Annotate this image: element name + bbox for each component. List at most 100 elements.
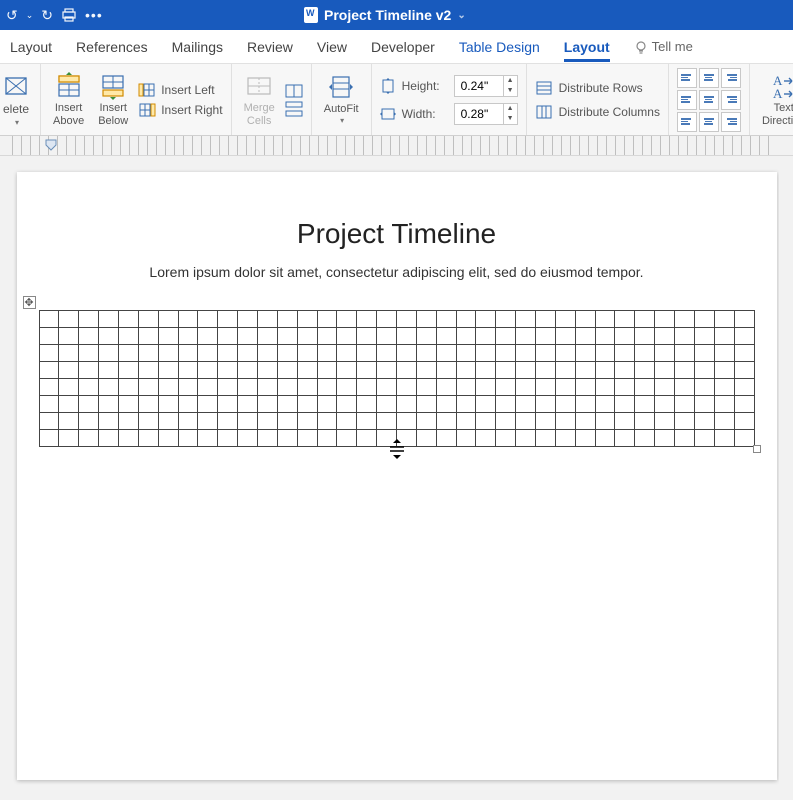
table-cell[interactable] xyxy=(79,362,99,379)
table-cell[interactable] xyxy=(377,413,397,430)
table-cell[interactable] xyxy=(297,430,317,447)
table-cell[interactable] xyxy=(39,379,59,396)
table-cell[interactable] xyxy=(277,362,297,379)
table-cell[interactable] xyxy=(198,379,218,396)
table-cell[interactable] xyxy=(357,430,377,447)
undo-button[interactable]: ↺ xyxy=(6,7,18,24)
table-cell[interactable] xyxy=(575,430,595,447)
table-cell[interactable] xyxy=(218,345,238,362)
table-cell[interactable] xyxy=(496,379,516,396)
table-cell[interactable] xyxy=(99,311,119,328)
table-cell[interactable] xyxy=(575,413,595,430)
table-resize-handle[interactable] xyxy=(753,445,761,453)
print-button[interactable] xyxy=(61,8,77,22)
insert-right-button[interactable]: Insert Right xyxy=(138,102,222,118)
table-cell[interactable] xyxy=(357,379,377,396)
table-cell[interactable] xyxy=(118,362,138,379)
table-cell[interactable] xyxy=(456,345,476,362)
table-cell[interactable] xyxy=(238,396,258,413)
table-cell[interactable] xyxy=(158,379,178,396)
table-cell[interactable] xyxy=(675,379,695,396)
insert-left-button[interactable]: Insert Left xyxy=(138,82,222,98)
table-cell[interactable] xyxy=(396,430,416,447)
table-cell[interactable] xyxy=(694,328,714,345)
table-cell[interactable] xyxy=(79,311,99,328)
table-cell[interactable] xyxy=(555,379,575,396)
table-cell[interactable] xyxy=(496,396,516,413)
table-cell[interactable] xyxy=(396,362,416,379)
height-up[interactable]: ▲ xyxy=(504,76,517,86)
table-cell[interactable] xyxy=(396,396,416,413)
table-cell[interactable] xyxy=(317,396,337,413)
table-cell[interactable] xyxy=(99,413,119,430)
height-spinner[interactable]: ▲▼ xyxy=(454,75,518,97)
table-cell[interactable] xyxy=(238,328,258,345)
table-cell[interactable] xyxy=(257,328,277,345)
table-cell[interactable] xyxy=(337,396,357,413)
split-table-icon[interactable] xyxy=(285,101,303,117)
align-middle-center[interactable] xyxy=(699,90,719,110)
table-cell[interactable] xyxy=(178,345,198,362)
table-row[interactable] xyxy=(39,379,754,396)
table-cell[interactable] xyxy=(456,396,476,413)
table-cell[interactable] xyxy=(198,430,218,447)
split-cells-icon[interactable] xyxy=(285,83,303,99)
table-cell[interactable] xyxy=(535,345,555,362)
table-cell[interactable] xyxy=(655,379,675,396)
distribute-rows-button[interactable]: Distribute Rows xyxy=(535,80,660,96)
table-cell[interactable] xyxy=(39,311,59,328)
table-cell[interactable] xyxy=(59,311,79,328)
table-cell[interactable] xyxy=(118,413,138,430)
table-cell[interactable] xyxy=(59,328,79,345)
autofit-button[interactable]: AutoFit ▾ xyxy=(320,71,363,128)
table-cell[interactable] xyxy=(694,345,714,362)
table-cell[interactable] xyxy=(158,345,178,362)
table-cell[interactable] xyxy=(257,311,277,328)
table-cell[interactable] xyxy=(675,362,695,379)
table-cell[interactable] xyxy=(277,328,297,345)
table-cell[interactable] xyxy=(218,430,238,447)
table-cell[interactable] xyxy=(218,396,238,413)
table-cell[interactable] xyxy=(79,413,99,430)
table-cell[interactable] xyxy=(655,430,675,447)
table-cell[interactable] xyxy=(714,328,734,345)
table-cell[interactable] xyxy=(595,413,615,430)
table-cell[interactable] xyxy=(138,311,158,328)
table-cell[interactable] xyxy=(377,396,397,413)
table-cell[interactable] xyxy=(575,362,595,379)
table-cell[interactable] xyxy=(138,345,158,362)
width-input[interactable] xyxy=(455,107,503,121)
table-cell[interactable] xyxy=(714,413,734,430)
table-cell[interactable] xyxy=(655,328,675,345)
table-cell[interactable] xyxy=(138,379,158,396)
table-cell[interactable] xyxy=(575,379,595,396)
align-top-right[interactable] xyxy=(721,68,741,88)
table-cell[interactable] xyxy=(277,345,297,362)
table-cell[interactable] xyxy=(734,362,754,379)
width-up[interactable]: ▲ xyxy=(504,104,517,114)
table-cell[interactable] xyxy=(198,345,218,362)
table-cell[interactable] xyxy=(238,430,258,447)
table-row[interactable] xyxy=(39,396,754,413)
table-cell[interactable] xyxy=(118,328,138,345)
table-cell[interactable] xyxy=(257,396,277,413)
table-cell[interactable] xyxy=(396,345,416,362)
table-cell[interactable] xyxy=(575,396,595,413)
table-cell[interactable] xyxy=(436,430,456,447)
table-cell[interactable] xyxy=(675,413,695,430)
table-cell[interactable] xyxy=(535,362,555,379)
table-cell[interactable] xyxy=(615,345,635,362)
table-cell[interactable] xyxy=(178,362,198,379)
table-cell[interactable] xyxy=(476,362,496,379)
table-cell[interactable] xyxy=(496,413,516,430)
text-direction-button[interactable]: AA Text Direction xyxy=(758,70,793,128)
table-cell[interactable] xyxy=(238,379,258,396)
table-cell[interactable] xyxy=(655,311,675,328)
tab-view[interactable]: View xyxy=(317,33,347,61)
table-cell[interactable] xyxy=(535,430,555,447)
table-cell[interactable] xyxy=(575,311,595,328)
table-cell[interactable] xyxy=(675,328,695,345)
table-cell[interactable] xyxy=(476,311,496,328)
table-cell[interactable] xyxy=(178,379,198,396)
align-bottom-center[interactable] xyxy=(699,112,719,132)
